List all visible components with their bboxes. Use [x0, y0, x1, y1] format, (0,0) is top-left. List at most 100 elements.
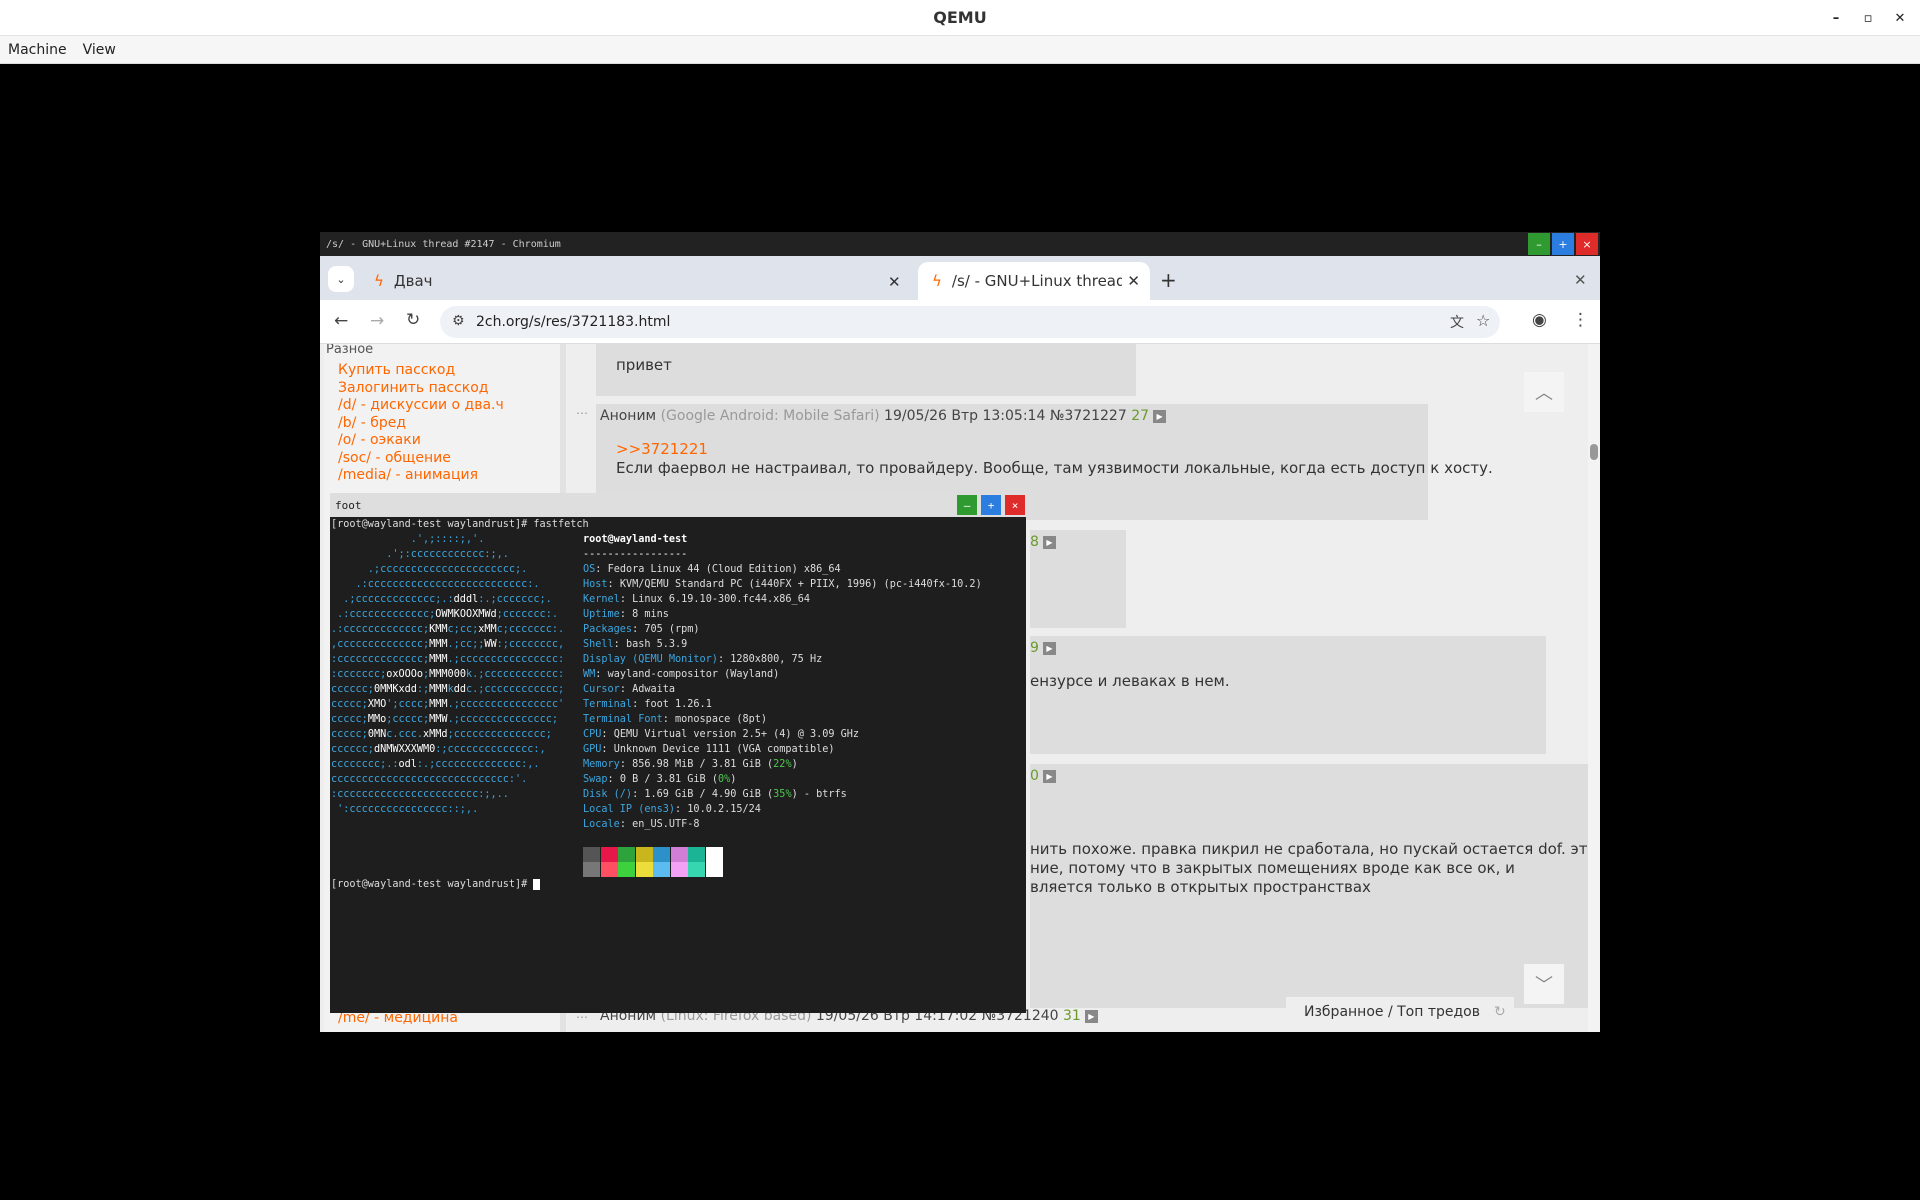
site-info-icon[interactable]: ⚙ [452, 313, 465, 329]
sidebar-link[interactable]: /b/ - бред [338, 415, 406, 431]
palette-swatch [653, 862, 670, 877]
play-icon[interactable]: ▶ [1042, 769, 1056, 783]
post-menu-icon[interactable]: ⋯ [576, 406, 588, 420]
lightning-icon: ϟ [374, 272, 384, 290]
sidebar-link[interactable]: /d/ - дискуссии о два.ч [338, 397, 504, 413]
logo-line: :cccccccccccccc;MMM.;cccccccccccccccc: [331, 654, 565, 665]
user-host: root@wayland-test [583, 534, 688, 545]
close-icon[interactable]: × [1576, 233, 1598, 255]
forward-icon[interactable]: → [370, 311, 384, 331]
maximize-icon[interactable]: ▫ [1858, 8, 1878, 28]
star-icon[interactable]: ☆ [1476, 311, 1490, 330]
sidebar-link[interactable]: /media/ - анимация [338, 467, 478, 483]
maximize-icon[interactable]: + [981, 495, 1001, 515]
logo-line: .;cccccccccccccccccccccc;. [331, 564, 528, 575]
separator: ----------------- [583, 549, 688, 560]
info-line: Host: KVM/QEMU Standard PC (i440FX + PII… [583, 579, 982, 590]
scrollbar-thumb[interactable] [1590, 444, 1598, 460]
play-icon[interactable]: ▶ [1042, 535, 1056, 549]
info-line: Swap: 0 B / 3.81 GiB (0%) [583, 774, 737, 785]
palette-swatch [705, 847, 723, 862]
sidebar-link[interactable]: Купить пасскод [338, 362, 455, 378]
info-line: Cursor: Adwaita [583, 684, 676, 695]
maximize-icon[interactable]: + [1552, 233, 1574, 255]
tab-close-icon[interactable]: ✕ [888, 273, 901, 291]
logo-line: :ccccccccccccccccccccccc:;,.. [331, 789, 509, 800]
refresh-icon[interactable]: ↻ [1494, 1004, 1506, 1020]
lightning-icon: ϟ [932, 272, 942, 290]
tab-search-icon[interactable]: ⌄ [328, 266, 354, 292]
command-line: [root@wayland-test waylandrust]# fastfet… [331, 519, 589, 530]
reload-icon[interactable]: ↻ [406, 310, 420, 330]
palette-swatch [583, 847, 600, 862]
logo-line: cccccc;0MMKxdd:;MMMkddc.;cccccccccccc; [331, 684, 565, 695]
sidebar-section: Разное [326, 344, 374, 357]
chromium-window-title: /s/ - GNU+Linux thread #2147 - Chromium [326, 238, 561, 250]
close-icon[interactable]: ✕ [1890, 8, 1910, 28]
palette-swatch [670, 862, 688, 877]
sidebar-link[interactable]: Залогинить пасскод [338, 380, 488, 396]
play-icon[interactable]: ▶ [1153, 409, 1167, 423]
palette-swatch [600, 847, 618, 862]
post: 8 ▶ [1030, 530, 1126, 628]
tab-close-icon[interactable]: ✕ [1127, 272, 1140, 290]
toolbar: ← → ↻ ⚙ 2ch.org/s/res/3721183.html 文 ☆ ◉… [320, 300, 1600, 344]
post: 9 ▶ ензурсе и леваках в нем. [1030, 636, 1546, 754]
info-line: CPU: QEMU Virtual version 2.5+ (4) @ 3.0… [583, 729, 860, 740]
palette-swatch [705, 862, 723, 877]
sidebar-link[interactable]: /o/ - оэкаки [338, 432, 421, 448]
chromium-titlebar: /s/ - GNU+Linux thread #2147 - Chromium … [320, 232, 1600, 256]
post-text: ние, потому что в закрытых помещениях вр… [1030, 859, 1515, 877]
qemu-titlebar: QEMU – ▫ ✕ [0, 0, 1920, 36]
foot-terminal-window[interactable]: foot – + × [root@wayland-test waylandrus… [330, 493, 1026, 1013]
minimize-icon[interactable]: – [1528, 233, 1550, 255]
new-tab-icon[interactable]: + [1160, 268, 1177, 292]
shell-prompt[interactable]: [root@wayland-test waylandrust]# _ [331, 877, 540, 892]
post-text: вляется только в открытых пространствах [1030, 878, 1371, 896]
url-text: 2ch.org/s/res/3721183.html [476, 314, 671, 330]
tab-thread[interactable]: ϟ /s/ - GNU+Linux thread ✕ [918, 262, 1150, 300]
scroll-up-icon[interactable]: ︿ [1524, 372, 1564, 412]
info-line: Local IP (ens3): 10.0.2.15/24 [583, 804, 761, 815]
close-icon[interactable]: × [1005, 495, 1025, 515]
tab-dvach[interactable]: ϟ Двач [360, 262, 908, 300]
reply-link[interactable]: >>3721221 [616, 440, 708, 458]
menu-view[interactable]: View [75, 42, 124, 58]
minimize-icon[interactable]: – [1826, 8, 1846, 28]
favorites-label: Избранное / Топ тредов [1304, 1004, 1480, 1020]
info-line: Display (QEMU Monitor): 1280x800, 75 Hz [583, 654, 823, 665]
scroll-down-icon[interactable]: ﹀ [1524, 964, 1564, 1004]
back-icon[interactable]: ← [334, 311, 348, 331]
translate-icon[interactable]: 文 [1450, 312, 1464, 332]
play-icon[interactable]: ▶ [1084, 1009, 1098, 1023]
close-icon[interactable]: ✕ [1574, 271, 1587, 289]
palette-swatch [688, 862, 705, 877]
minimize-icon[interactable]: – [957, 495, 977, 515]
qemu-title: QEMU [933, 8, 987, 27]
play-icon[interactable]: ▶ [1042, 641, 1056, 655]
address-bar[interactable]: ⚙ 2ch.org/s/res/3721183.html 文 ☆ [440, 306, 1500, 338]
info-line: Shell: bash 5.3.9 [583, 639, 688, 650]
profile-icon[interactable]: ◉ [1532, 310, 1547, 330]
logo-line: :ccccccc;oxOOOo;MMM000k.;cccccccccccc: [331, 669, 565, 680]
post-meta: 9 ▶ [1030, 640, 1056, 656]
post: привет [596, 344, 1136, 396]
logo-line: cccccccc;.:odl:.;cccccccccccccc:,. [331, 759, 540, 770]
terminal-title: foot [335, 498, 362, 512]
logo-line: .:ccccccccccccc;KMMc;cc;xMMc;ccccccc:. [331, 624, 565, 635]
menu-icon[interactable]: ⋮ [1572, 310, 1589, 330]
logo-line: .:cccccccccccccccccccccccccc:. [331, 579, 540, 590]
page-scrollbar[interactable] [1588, 344, 1600, 1032]
logo-line: .',;::::;,'. [331, 534, 485, 545]
favorites-bar[interactable]: Избранное / Топ тредов ↻ [1286, 997, 1514, 1027]
palette-swatch [688, 847, 705, 862]
post-text: нить похоже. правка пикрил не сработала,… [1030, 840, 1588, 858]
info-line: Disk (/): 1.69 GiB / 4.90 GiB (35%) - bt… [583, 789, 847, 800]
menu-machine[interactable]: Machine [0, 42, 75, 58]
post-text: привет [616, 356, 672, 374]
tab-label: Двач [393, 272, 433, 290]
sidebar-link[interactable]: /soc/ - общение [338, 450, 451, 466]
palette-swatch [635, 862, 653, 877]
info-line: Packages: 705 (rpm) [583, 624, 700, 635]
terminal-titlebar: foot – + × [330, 493, 1026, 517]
